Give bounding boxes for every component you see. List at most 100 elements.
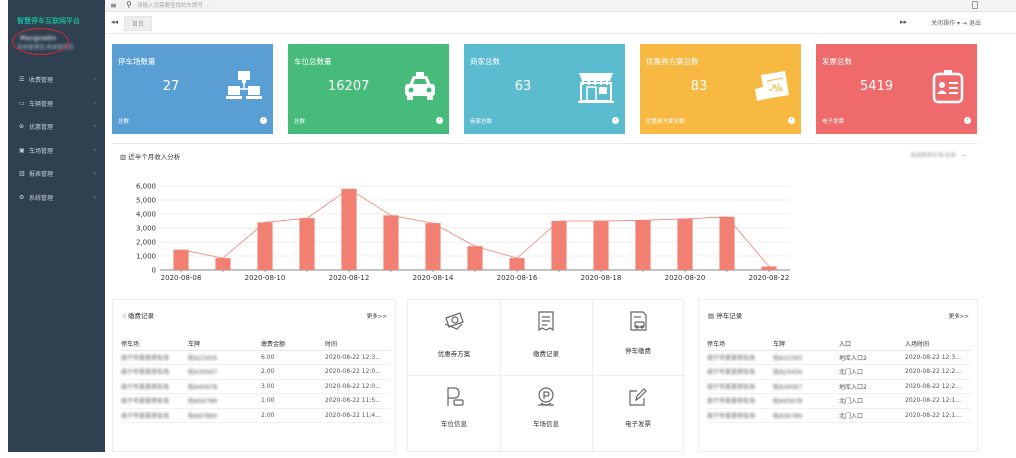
cell-time: 2020-08-22 12:1... bbox=[905, 393, 971, 409]
panel-title-text: 缴费记录 bbox=[128, 312, 155, 320]
cell-plate: 桂A45678 bbox=[773, 393, 839, 409]
cell-plate: 桂A34567 bbox=[188, 364, 261, 380]
cell-lot: 南宁市某某停车场 bbox=[707, 408, 773, 423]
col-header: 缴费金额 bbox=[261, 338, 325, 351]
stat-foot: 总数 bbox=[294, 119, 306, 125]
chevron-left-icon: ‹ bbox=[93, 76, 96, 84]
income-chart-panel: ▥ 近半个月收入分析 请选择停车场/全部 ⌄ 0 1,000 2,000 3,000 4… bbox=[112, 143, 978, 290]
quick-link-label: 缴费记录 bbox=[533, 350, 559, 358]
table-row[interactable]: 南宁市某某停车场 桂A56789 北门入口 2020-08-22 12:1... bbox=[707, 408, 971, 423]
cell-amount: 2.00 bbox=[261, 364, 325, 380]
table-row[interactable]: 南宁市某某停车场 桂A45678 3.00 2020-08-22 12:0... bbox=[121, 379, 391, 394]
quick-link-label: 优惠券方案 bbox=[437, 350, 471, 358]
quick-link-lot-info[interactable]: 车场信息 bbox=[500, 376, 592, 451]
stat-card-parking-spaces[interactable]: 车位总数量 16207 总数 › bbox=[288, 44, 449, 134]
cell-time: 2020-08-22 12:2... bbox=[905, 379, 971, 394]
cell-plate: 桂A56789 bbox=[773, 408, 839, 423]
stat-title: 车位总数量 bbox=[294, 57, 332, 66]
sidebar-item-vehicles[interactable]: ▭ 车辆管理 ‹ bbox=[8, 92, 105, 116]
tab-home[interactable]: 首页 bbox=[124, 16, 153, 31]
logout-button[interactable]: ⇥ 退出 bbox=[962, 18, 981, 27]
coupon-icon: -% bbox=[755, 71, 789, 101]
table-row[interactable]: 南宁市某某停车场 桂A34567 地库入口2 2020-08-22 12:2... bbox=[707, 379, 971, 394]
table-row[interactable]: 南宁市某某停车场 桂A34567 2.00 2020-08-22 12:0... bbox=[121, 364, 391, 380]
tab-next-icon[interactable]: ▸▸ bbox=[900, 18, 907, 26]
book-icon: ▤ bbox=[708, 312, 717, 320]
x-tick-label: 2020-08-10 bbox=[245, 274, 286, 282]
arrow-circle-icon[interactable]: › bbox=[436, 117, 443, 124]
quick-link-e-invoice[interactable]: 电子发票 bbox=[592, 376, 684, 451]
device-icon[interactable] bbox=[972, 1, 978, 9]
sidebar-item-fees[interactable]: ☰ 收费管理 ‹ bbox=[8, 68, 105, 92]
search-icon: ⚲ bbox=[126, 0, 132, 9]
stat-card-coupons[interactable]: 优惠券方案总数 83 优惠券方案总数 › -% bbox=[640, 44, 801, 134]
table-row[interactable]: 南宁市某某停车场 桂A45678 北门入口 2020-08-22 12:1... bbox=[707, 393, 971, 409]
sidebar-item-system[interactable]: ⚙ 系统管理 ‹ bbox=[8, 186, 105, 210]
cell-time: 2020-08-22 12:0... bbox=[325, 379, 391, 394]
col-header: 入口 bbox=[839, 338, 905, 351]
sidebar-item-label: 车辆管理 bbox=[29, 100, 54, 108]
quick-link-parking-space[interactable]: 车位信息 bbox=[408, 376, 500, 451]
parking-records-title: ▤ 停车记录 bbox=[708, 310, 742, 320]
quick-link-receipts[interactable]: 缴费记录 bbox=[500, 300, 592, 375]
stat-title: 发票总数 bbox=[822, 57, 852, 66]
payment-more-link[interactable]: 更多>> bbox=[367, 312, 387, 320]
menu-toggle-icon[interactable]: ≡ bbox=[110, 1, 117, 10]
table-header: 停车场 车牌 缴费金额 时间 bbox=[121, 338, 391, 351]
cell-entrance: 北门入口 bbox=[839, 393, 905, 409]
chart-bar bbox=[383, 215, 399, 270]
search-input[interactable] bbox=[137, 1, 297, 10]
x-tick-label: 2020-08-12 bbox=[329, 274, 370, 282]
arrow-circle-icon[interactable]: › bbox=[788, 117, 795, 124]
stat-foot: 商家总数 bbox=[470, 119, 493, 125]
edit-invoice-icon bbox=[629, 388, 647, 406]
cell-entrance: 地库入口2 bbox=[839, 350, 905, 365]
stat-foot: 优惠券方案总数 bbox=[646, 119, 685, 125]
parking-lot-select[interactable]: 请选择停车场/全部 bbox=[910, 151, 956, 159]
invoice-icon bbox=[932, 70, 964, 104]
sidebar-item-label: 报表管理 bbox=[29, 171, 54, 179]
tab-prev-icon[interactable]: ◂◂ bbox=[111, 18, 118, 26]
y-tick-label: 0 bbox=[152, 267, 156, 275]
chart-bar bbox=[593, 221, 609, 270]
col-header: 停车场 bbox=[707, 338, 773, 351]
y-tick-label: 4,000 bbox=[136, 211, 156, 219]
arrow-circle-icon[interactable]: › bbox=[964, 117, 971, 124]
table-row[interactable]: 南宁市某某停车场 桂A23456 北门入口 2020-08-22 12:2... bbox=[707, 364, 971, 380]
cell-lot: 南宁市某某停车场 bbox=[707, 379, 773, 394]
cell-time: 2020-08-22 12:2... bbox=[905, 364, 971, 380]
parking-records-panel: ▤ 停车记录 更多>> 停车场 车牌 入口 入场时间 南宁市某某停车场 桂A123… bbox=[698, 299, 978, 452]
sidebar-item-parking-lots[interactable]: ▣ 车场管理 ‹ bbox=[8, 139, 105, 163]
close-ops-dropdown[interactable]: 关闭操作 ▾ bbox=[931, 18, 960, 27]
payment-records-panel: ☝ 缴费记录 更多>> 停车场 车牌 缴费金额 时间 南宁市某某停车场 桂A234… bbox=[112, 299, 396, 452]
arrow-circle-icon[interactable]: › bbox=[260, 117, 267, 124]
stat-card-merchants[interactable]: 商家总数 63 商家总数 › bbox=[464, 44, 625, 134]
table-row[interactable]: 南宁市某某停车场 桂A12345 地库入口2 2020-08-22 12:3... bbox=[707, 350, 971, 365]
sidebar-item-label: 车场管理 bbox=[29, 147, 54, 155]
col-header: 车牌 bbox=[773, 338, 839, 351]
quick-link-coupon-scheme[interactable]: 优惠券方案 bbox=[408, 300, 500, 375]
parking-more-link[interactable]: 更多>> bbox=[949, 312, 969, 320]
payment-records-title: ☝ 缴费记录 bbox=[122, 310, 154, 320]
annotation-circle bbox=[12, 28, 69, 55]
quick-link-label: 电子发票 bbox=[625, 420, 651, 428]
chart-bar bbox=[299, 218, 315, 270]
quick-link-parking-payment[interactable]: 停车缴费 bbox=[592, 300, 684, 375]
table-row[interactable]: 南宁市某某停车场 桂A23456 6.00 2020-08-22 12:3... bbox=[121, 350, 391, 365]
arrow-circle-icon[interactable]: › bbox=[612, 117, 619, 124]
chevron-down-icon[interactable]: ⌄ bbox=[961, 151, 966, 158]
x-tick-label: 2020-08-08 bbox=[161, 274, 202, 282]
col-header: 停车场 bbox=[121, 338, 188, 351]
chart-title-text: 近半个月收入分析 bbox=[128, 153, 181, 161]
x-tick-label: 2020-08-16 bbox=[497, 274, 538, 282]
sidebar-item-reports[interactable]: ▥ 报表管理 ‹ bbox=[8, 162, 105, 186]
table-row[interactable]: 南宁市某某停车场 桂A56789 1.00 2020-08-22 11:5... bbox=[121, 393, 391, 409]
table-row[interactable]: 南宁市某某停车场 桂A67890 2.00 2020-08-22 11:4... bbox=[121, 408, 391, 423]
list-icon: ☰ bbox=[19, 76, 25, 84]
parking-records-table: 停车场 车牌 入口 入场时间 南宁市某某停车场 桂A12345 地库入口2 2020-… bbox=[707, 338, 971, 423]
stat-card-parking-lots[interactable]: 停车场数量 27 总数 › bbox=[112, 44, 273, 134]
gears-icon: ⚙ bbox=[19, 193, 25, 201]
sidebar-item-discounts[interactable]: ⊕ 优惠管理 ‹ bbox=[8, 115, 105, 139]
cell-lot: 南宁市某某停车场 bbox=[121, 350, 188, 365]
stat-card-invoices[interactable]: 发票总数 5419 电子发票 › bbox=[816, 44, 977, 134]
